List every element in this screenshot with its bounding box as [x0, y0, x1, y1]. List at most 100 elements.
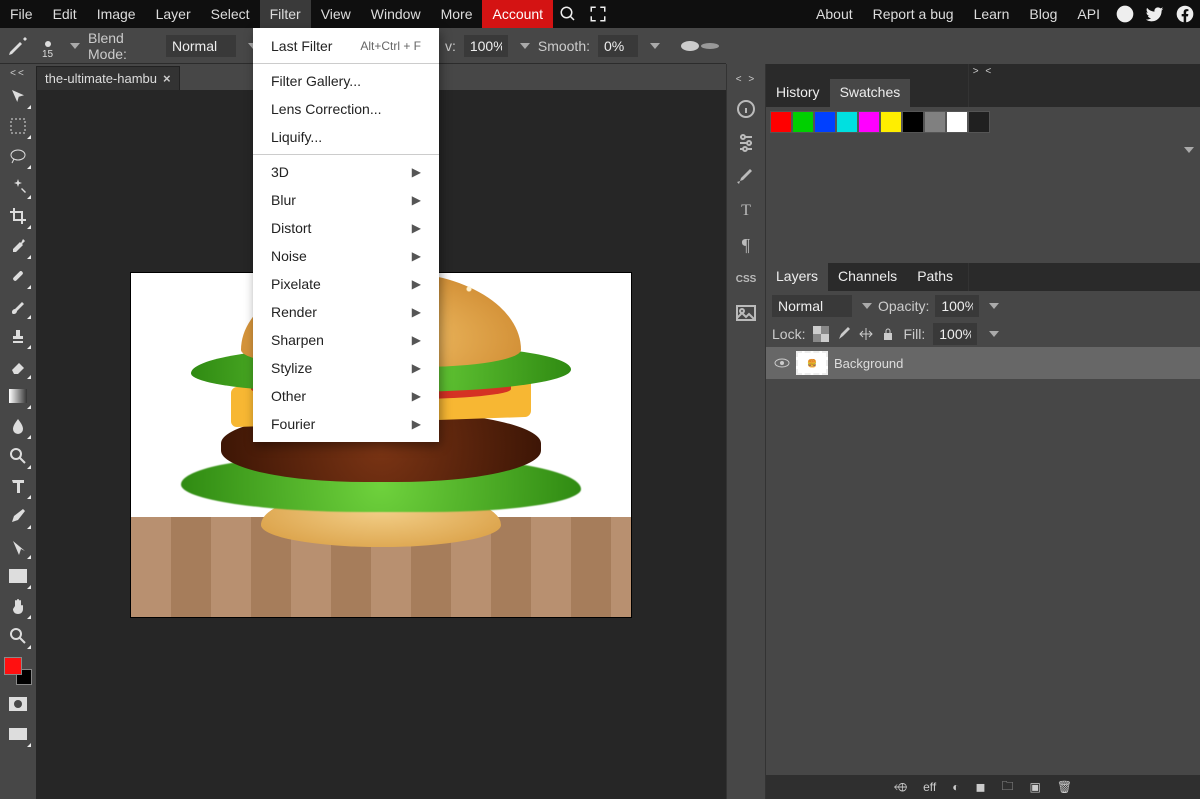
group-icon[interactable]: 🗀	[1001, 777, 1013, 798]
swatch-8[interactable]	[946, 111, 968, 133]
menu-edit[interactable]: Edit	[43, 0, 87, 28]
trash-icon[interactable]: 🗑	[1057, 780, 1072, 794]
layer-row-background[interactable]: 🍔 Background	[766, 347, 1200, 379]
toolbox-collapse[interactable]: <<	[10, 66, 26, 81]
swatch-6[interactable]	[902, 111, 924, 133]
reddit-icon[interactable]	[1110, 0, 1140, 28]
lock-transparent-icon[interactable]	[813, 326, 829, 342]
swatch-3[interactable]	[836, 111, 858, 133]
filter-3d[interactable]: 3D▶	[253, 158, 439, 186]
menu-filter[interactable]: Filter	[260, 0, 311, 28]
link-blog[interactable]: Blog	[1019, 0, 1067, 28]
filter-noise[interactable]: Noise▶	[253, 242, 439, 270]
effects-icon[interactable]: eff	[923, 780, 936, 794]
filter-lens[interactable]: Lens Correction...	[253, 95, 439, 123]
link-about[interactable]: About	[806, 0, 863, 28]
link-bug[interactable]: Report a bug	[863, 0, 964, 28]
filter-blur[interactable]: Blur▶	[253, 186, 439, 214]
menu-select[interactable]: Select	[201, 0, 260, 28]
filter-gallery[interactable]: Filter Gallery...	[253, 67, 439, 95]
tool-move[interactable]	[3, 81, 33, 111]
filter-distort[interactable]: Distort▶	[253, 214, 439, 242]
adjustment-icon[interactable]: ◼	[976, 780, 986, 794]
blend-mode-select[interactable]	[166, 35, 236, 57]
mask-icon[interactable]: ◐	[952, 780, 959, 794]
link-api[interactable]: API	[1067, 0, 1110, 28]
brush-dropdown[interactable]	[70, 43, 80, 49]
tool-brush[interactable]	[3, 291, 33, 321]
swatch-9[interactable]	[968, 111, 990, 133]
image-panel-icon[interactable]	[734, 301, 758, 325]
smooth-input[interactable]	[598, 35, 638, 57]
brush-size-preview[interactable]: 15	[38, 36, 58, 56]
tool-stamp[interactable]	[3, 321, 33, 351]
link-learn[interactable]: Learn	[964, 0, 1020, 28]
tool-lasso[interactable]	[3, 141, 33, 171]
info-panel-icon[interactable]	[734, 97, 758, 121]
color-swatches[interactable]	[4, 657, 32, 685]
swatches-menu-icon[interactable]	[1184, 147, 1194, 153]
opacity-input[interactable]	[464, 35, 508, 57]
menu-view[interactable]: View	[311, 0, 361, 28]
close-icon[interactable]: ×	[163, 71, 171, 86]
filter-liquify[interactable]: Liquify...	[253, 123, 439, 151]
tab-channels[interactable]: Channels	[828, 263, 907, 291]
filter-stylize[interactable]: Stylize▶	[253, 354, 439, 382]
panels-collapse[interactable]: > <	[766, 64, 1200, 79]
tab-history[interactable]: History	[766, 79, 830, 107]
smooth-dropdown[interactable]	[650, 43, 660, 49]
twitter-icon[interactable]	[1140, 0, 1170, 28]
layer-opacity-input[interactable]	[935, 295, 979, 317]
lock-move-icon[interactable]	[859, 327, 873, 341]
fill-dropdown[interactable]	[989, 331, 999, 337]
filter-other[interactable]: Other▶	[253, 382, 439, 410]
tool-eyedrop[interactable]	[3, 231, 33, 261]
tool-heal[interactable]	[3, 261, 33, 291]
swatch-5[interactable]	[880, 111, 902, 133]
filter-pixelate[interactable]: Pixelate▶	[253, 270, 439, 298]
menu-window[interactable]: Window	[361, 0, 431, 28]
tool-pen[interactable]	[3, 501, 33, 531]
layer-opacity-dropdown[interactable]	[989, 303, 999, 309]
tool-marquee[interactable]	[3, 111, 33, 141]
filter-sharpen[interactable]: Sharpen▶	[253, 326, 439, 354]
screenmode-icon[interactable]	[3, 719, 33, 749]
menu-more[interactable]: More	[431, 0, 483, 28]
tool-eraser[interactable]	[3, 351, 33, 381]
swatch-4[interactable]	[858, 111, 880, 133]
swatch-7[interactable]	[924, 111, 946, 133]
fullscreen-icon[interactable]	[583, 0, 613, 28]
tool-path[interactable]	[3, 531, 33, 561]
menu-account[interactable]: Account	[482, 0, 553, 28]
new-layer-icon[interactable]: ▣	[1029, 780, 1040, 794]
tool-crop[interactable]	[3, 201, 33, 231]
fg-color[interactable]	[4, 657, 22, 675]
tab-layers[interactable]: Layers	[766, 263, 828, 291]
filter-last[interactable]: Last Filter Alt+Ctrl + F	[253, 32, 439, 60]
swatch-0[interactable]	[770, 111, 792, 133]
quickmask-icon[interactable]	[3, 689, 33, 719]
search-icon[interactable]	[553, 0, 583, 28]
paragraph-panel-icon[interactable]: ¶	[734, 233, 758, 257]
tab-paths[interactable]: Paths	[907, 263, 963, 291]
fill-input[interactable]	[933, 323, 977, 345]
strip-collapse[interactable]: < >	[736, 72, 756, 87]
tool-blur[interactable]	[3, 411, 33, 441]
css-panel-icon[interactable]: CSS	[734, 267, 758, 291]
brush-shape-icon[interactable]	[680, 40, 720, 52]
adjust-panel-icon[interactable]	[734, 131, 758, 155]
tool-dodge[interactable]	[3, 441, 33, 471]
tool-shape[interactable]	[3, 561, 33, 591]
facebook-icon[interactable]	[1170, 0, 1200, 28]
menu-image[interactable]: Image	[87, 0, 146, 28]
tool-wand[interactable]	[3, 171, 33, 201]
swatch-1[interactable]	[792, 111, 814, 133]
link-layers-icon[interactable]: ⬲	[894, 780, 907, 795]
tab-swatches[interactable]: Swatches	[830, 79, 911, 107]
character-panel-icon[interactable]: T	[734, 199, 758, 223]
menu-file[interactable]: File	[0, 0, 43, 28]
filter-render[interactable]: Render▶	[253, 298, 439, 326]
tool-gradient[interactable]	[3, 381, 33, 411]
tool-hand[interactable]	[3, 591, 33, 621]
brush-preview-icon[interactable]	[6, 34, 30, 58]
